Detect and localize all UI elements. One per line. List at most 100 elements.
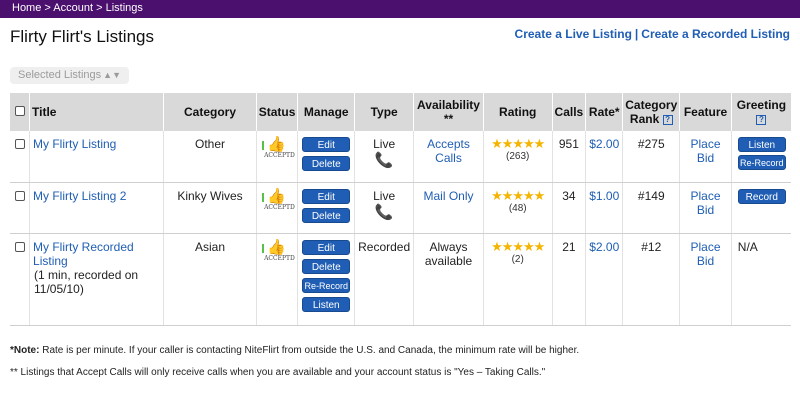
availability-cell: Always available <box>413 233 484 326</box>
breadcrumb-current: Listings <box>105 2 143 14</box>
row-checkbox[interactable] <box>14 190 25 201</box>
listing-title-link[interactable]: My Flirty Listing <box>33 137 116 151</box>
note-label: *Note: <box>10 345 40 356</box>
category-header: Category <box>163 93 257 131</box>
page-title: Flirty Flirt's Listings <box>10 27 154 46</box>
rate-cell: $2.00 <box>585 131 623 183</box>
phone-icon: 📞 <box>374 152 394 169</box>
availability-note: ** Listings that Accept Calls will only … <box>10 367 546 378</box>
help-icon[interactable]: ? <box>756 114 767 125</box>
thumbs-up-icon: 👍 <box>267 136 286 153</box>
phone-icon: 📞 <box>374 203 394 221</box>
greeting-cell: N/A <box>730 233 791 326</box>
availability-link[interactable]: Mail Only <box>424 189 474 203</box>
thumbs-up-icon: 👍 <box>267 238 286 256</box>
breadcrumb: Home > Account > Listings <box>0 0 800 18</box>
link-separator: | <box>634 27 639 41</box>
type-cell: Live 📞 <box>354 131 414 183</box>
greeting-label: Greeting <box>736 98 787 112</box>
re-record-button[interactable]: Re-Record <box>302 277 351 293</box>
listing-title-link[interactable]: My Flirty Listing 2 <box>33 189 126 203</box>
rate-link[interactable]: $2.00 <box>589 240 619 254</box>
rating-count: (2) <box>511 253 524 265</box>
accepted-stamp: ACCEPTD <box>264 203 295 211</box>
greeting-header: Greeting ? <box>730 93 791 131</box>
place-bid-link[interactable]: Place Bid <box>691 189 721 217</box>
status-indicator <box>262 192 265 202</box>
title-cell: My Flirty Recorded Listing (1 min, recor… <box>29 233 164 326</box>
greeting-cell: Record <box>730 182 791 234</box>
re-record-button[interactable]: Re-Record <box>737 155 786 170</box>
recording-note: (1 min, recorded on 11/05/10) <box>34 267 139 296</box>
star-rating: ★★★★★ <box>491 238 545 254</box>
note-text: Rate is per minute. If your caller is co… <box>39 345 580 356</box>
row-checkbox[interactable] <box>14 139 25 149</box>
record-button[interactable]: Record <box>737 188 786 204</box>
edit-button[interactable]: Edit <box>302 239 351 255</box>
rating-cell: ★★★★★ (2) <box>482 233 553 326</box>
status-cell: 👍 ACCEPTD <box>255 182 298 234</box>
breadcrumb-separator: > <box>41 2 54 14</box>
place-bid-link[interactable]: Place Bid <box>691 240 721 268</box>
rank-cell: #12 <box>622 233 680 326</box>
status-badge: 👍 ACCEPTD <box>262 238 295 264</box>
row-checkbox[interactable] <box>14 241 25 252</box>
create-live-listing-link[interactable]: Create a Live Listing <box>515 27 632 41</box>
status-indicator <box>262 141 265 150</box>
breadcrumb-account-link[interactable]: Account <box>53 2 93 14</box>
availability-header: Availability ** <box>413 93 484 131</box>
table-header-row: Title Category Status Manage Type Availa… <box>10 93 791 131</box>
rate-header: Rate* <box>585 93 623 131</box>
delete-button[interactable]: Delete <box>302 207 351 223</box>
accepted-stamp: ACCEPTD <box>264 152 295 159</box>
status-cell: 👍 ACCEPTD <box>255 233 298 326</box>
rate-link[interactable]: $2.00 <box>589 137 619 151</box>
rating-header: Rating <box>482 93 553 131</box>
listings-table: Title Category Status Manage Type Availa… <box>10 93 791 326</box>
feature-cell: Place Bid <box>679 131 732 183</box>
title-cell: My Flirty Listing <box>29 131 164 183</box>
create-recorded-listing-link[interactable]: Create a Recorded Listing <box>641 27 790 41</box>
manage-cell: Edit Delete <box>297 131 355 183</box>
create-links: Create a Live Listing | Create a Recorded … <box>515 27 790 41</box>
rating-cell: ★★★★★ (48) <box>482 182 553 234</box>
rate-link[interactable]: $1.00 <box>589 189 619 203</box>
selected-listings-dropdown[interactable]: Selected Listings ▲▼ <box>10 67 129 84</box>
rating-count: (48) <box>508 202 527 214</box>
category-cell: Kinky Wives <box>163 182 257 234</box>
manage-cell: Edit Delete Re-Record Listen <box>297 233 355 326</box>
rank-cell: #275 <box>622 131 680 183</box>
select-all-checkbox[interactable] <box>14 106 25 116</box>
listen-button[interactable]: Listen <box>302 296 351 312</box>
help-icon[interactable]: ? <box>662 114 673 125</box>
footnotes: *Note: Rate is per minute. If your calle… <box>10 344 579 388</box>
breadcrumb-home-link[interactable]: Home <box>12 2 41 14</box>
accepted-stamp: ACCEPTD <box>264 254 295 262</box>
availability-link[interactable]: Accepts Calls <box>427 137 470 165</box>
category-rank-header: Category Rank ? <box>622 93 680 131</box>
row-select-cell <box>10 182 30 234</box>
edit-button[interactable]: Edit <box>302 137 351 152</box>
listing-title-link[interactable]: My Flirty Recorded Listing <box>33 240 134 268</box>
category-cell: Other <box>163 131 257 183</box>
rating-cell: ★★★★★ (263) <box>482 131 553 183</box>
star-rating: ★★★★★ <box>491 187 545 203</box>
table-row: My Flirty Recorded Listing (1 min, recor… <box>10 233 791 326</box>
type-header: Type <box>354 93 414 131</box>
type-cell: Recorded <box>354 233 414 326</box>
delete-button[interactable]: Delete <box>302 156 351 171</box>
calls-cell: 951 <box>551 131 586 183</box>
rate-cell: $1.00 <box>585 182 623 234</box>
status-header: Status <box>255 93 298 131</box>
rank-cell: #149 <box>622 182 680 234</box>
place-bid-link[interactable]: Place Bid <box>691 137 721 165</box>
chevron-updown-icon: ▲▼ <box>103 70 121 80</box>
delete-button[interactable]: Delete <box>302 258 351 274</box>
manage-header: Manage <box>297 93 355 131</box>
greeting-na: N/A <box>737 239 758 254</box>
listen-button[interactable]: Listen <box>737 137 786 152</box>
calls-cell: 34 <box>551 182 586 234</box>
breadcrumb-separator: > <box>93 2 106 14</box>
edit-button[interactable]: Edit <box>302 188 351 204</box>
status-indicator <box>262 243 265 253</box>
